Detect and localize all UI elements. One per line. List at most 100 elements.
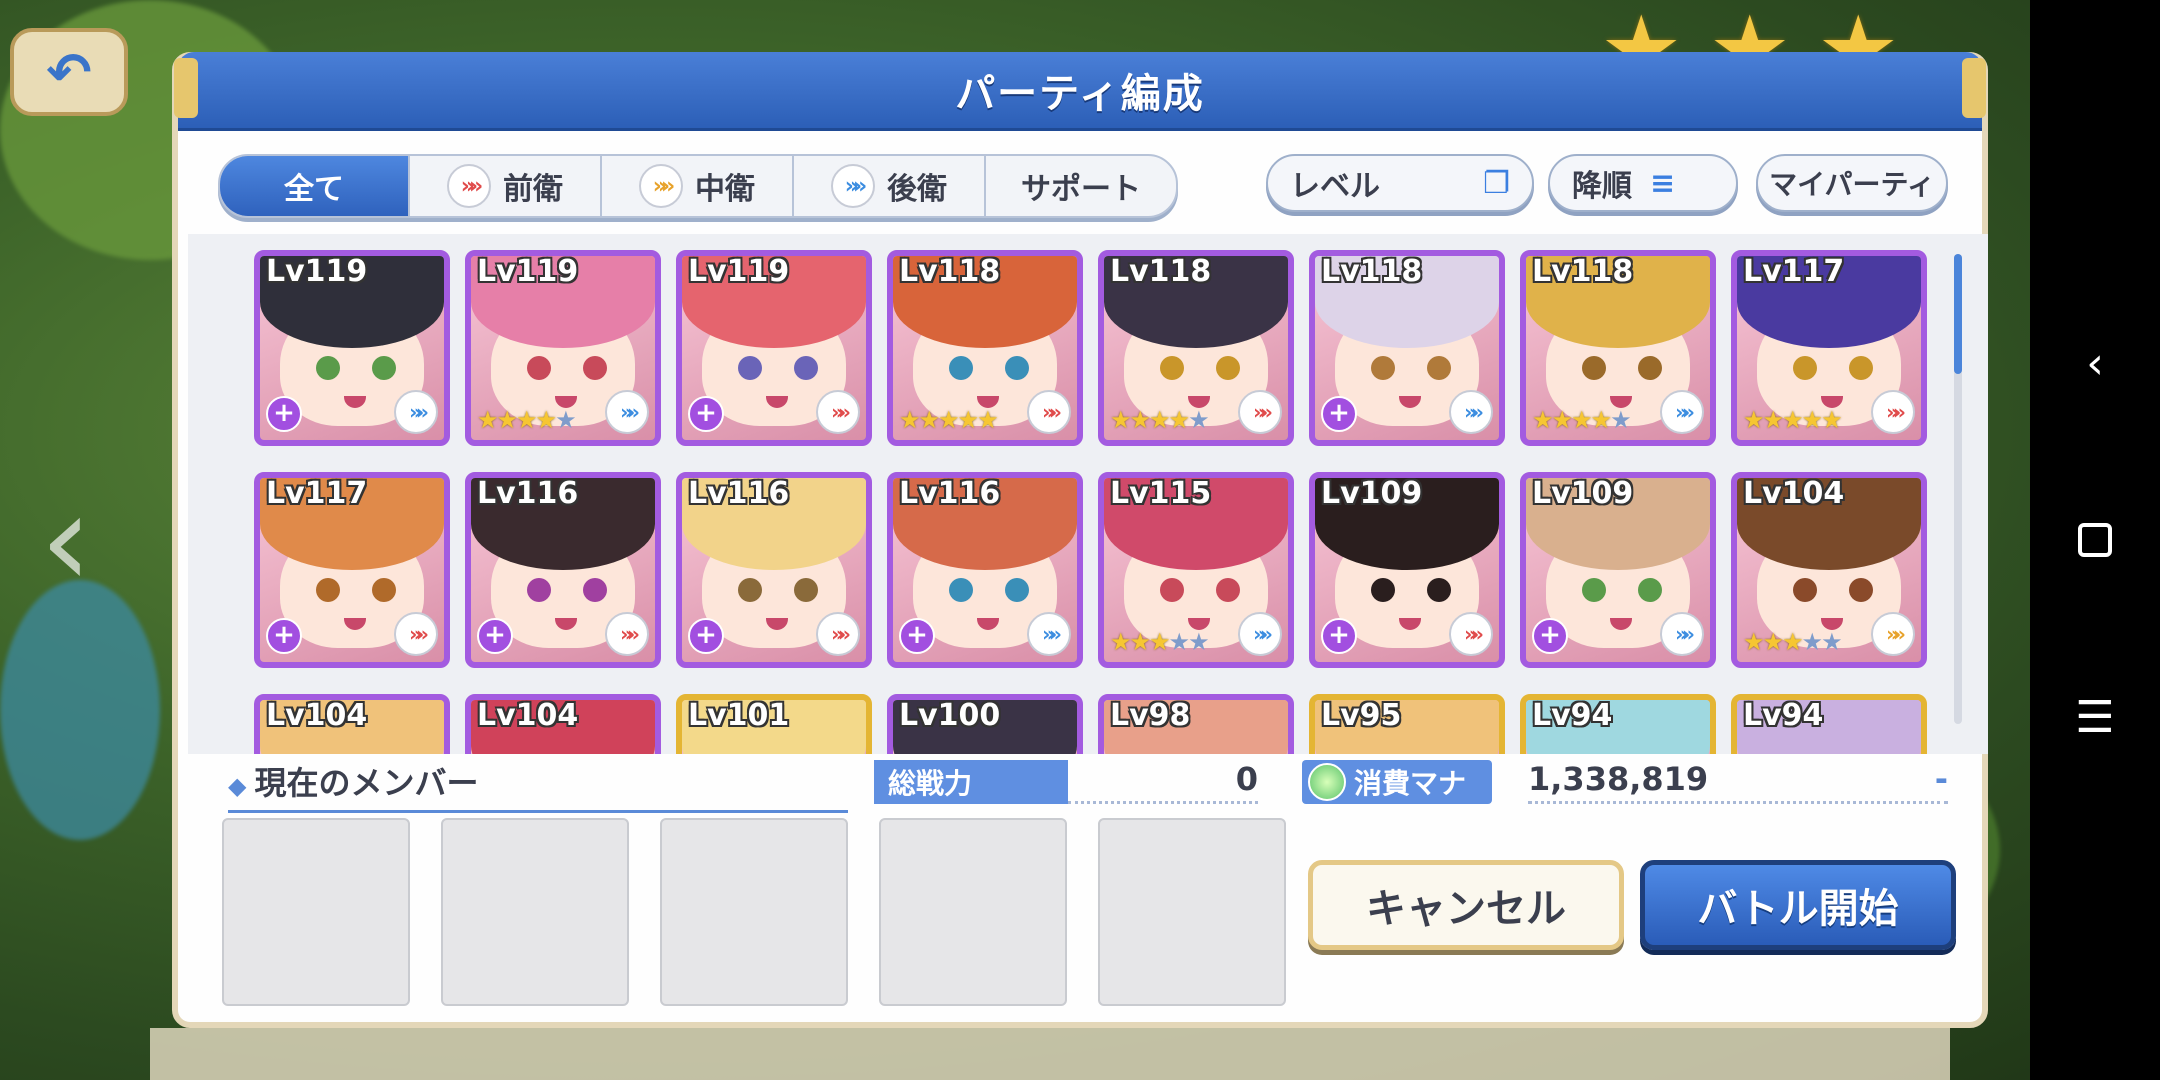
unique-equip-icon: + <box>477 618 513 654</box>
character-level: Lv100 <box>899 698 1001 733</box>
character-level: Lv109 <box>1532 476 1634 511</box>
character-card[interactable]: Lv100»» <box>887 694 1083 754</box>
character-level: Lv118 <box>1110 254 1212 289</box>
character-level: Lv119 <box>688 254 790 289</box>
back-role-icon: »» <box>1449 390 1493 434</box>
star-icon: ★ <box>918 406 940 434</box>
character-card[interactable]: Lv104 ★★★★★»» <box>1731 472 1927 668</box>
star-icon: ★ <box>1762 406 1784 434</box>
star-icon: ★ <box>899 406 920 434</box>
tab-label: サポート <box>1021 172 1141 207</box>
header-ornament-left <box>174 58 198 118</box>
character-level: Lv101 <box>688 698 790 733</box>
character-card[interactable]: Lv109 + »» <box>1520 472 1716 668</box>
star-icon: ★ <box>1168 406 1190 434</box>
dialog-title: パーティ編成 <box>955 71 1205 117</box>
character-card[interactable]: Lv117 ★★★★★»» <box>1731 250 1927 446</box>
back-role-icon: »» <box>831 164 875 208</box>
character-card[interactable]: Lv94»» <box>1731 694 1927 754</box>
sort-level-label: レベル <box>1290 169 1380 204</box>
member-slot[interactable] <box>879 818 1067 1006</box>
character-eye <box>794 578 818 602</box>
back-role-icon: »» <box>1238 612 1282 656</box>
character-card[interactable]: Lv119 ★★★★★»» <box>465 250 661 446</box>
character-card[interactable]: Lv116 + »» <box>887 472 1083 668</box>
star-icon: ★ <box>1743 628 1764 656</box>
character-eye <box>738 356 762 380</box>
member-slot[interactable] <box>222 818 410 1006</box>
character-eye <box>1371 578 1395 602</box>
character-eye <box>527 578 551 602</box>
character-card[interactable]: Lv119 + »» <box>676 250 872 446</box>
character-card[interactable]: Lv98»» <box>1098 694 1294 754</box>
character-card[interactable]: Lv116 + »» <box>676 472 872 668</box>
star-icon: ★ <box>1129 628 1151 656</box>
back-arrow-icon: ↶ <box>46 40 92 104</box>
unique-equip-icon: + <box>266 618 302 654</box>
character-card[interactable]: Lv118 + »» <box>1309 250 1505 446</box>
star-icon: ★ <box>1571 406 1592 434</box>
copy-icon: ❐ <box>1483 165 1510 201</box>
character-eye <box>738 578 762 602</box>
member-slot[interactable] <box>660 818 848 1006</box>
star-icon: ★ <box>1149 628 1170 656</box>
front-role-icon: »» <box>816 390 860 434</box>
character-card[interactable]: Lv118 ★★★★★»» <box>887 250 1083 446</box>
star-icon: ★ <box>1551 406 1573 434</box>
character-card[interactable]: Lv95»» <box>1309 694 1505 754</box>
android-home-icon[interactable] <box>2078 523 2112 557</box>
character-card[interactable]: Lv94»» <box>1520 694 1716 754</box>
character-level: Lv118 <box>1321 254 1423 289</box>
android-back-icon[interactable]: ‹ <box>2065 333 2125 393</box>
character-card[interactable]: Lv119 + »» <box>254 250 450 446</box>
front-role-icon: »» <box>1871 390 1915 434</box>
character-card[interactable]: Lv104»» <box>254 694 450 754</box>
android-nav-bar: ‹ ☰ <box>2030 0 2160 1080</box>
party-formation-dialog: パーティ編成 全て »» 前衛 »» 中衛 »» 後衛 サポート レベル ❐ 降順 ≡ マイパ… <box>172 52 1988 1028</box>
sort-level-button[interactable]: レベル ❐ <box>1266 154 1534 212</box>
member-slot[interactable] <box>1098 818 1286 1006</box>
tab-0[interactable]: 全て <box>220 156 410 216</box>
character-card[interactable]: Lv118 ★★★★★»» <box>1098 250 1294 446</box>
character-eye <box>583 578 607 602</box>
character-card[interactable]: Lv101»» <box>676 694 872 754</box>
scrollbar-thumb[interactable] <box>1954 254 1962 374</box>
unique-equip-icon: + <box>1321 396 1357 432</box>
character-eye <box>1849 356 1873 380</box>
tab-label: 前衛 <box>503 172 563 207</box>
android-menu-icon[interactable]: ☰ <box>2065 687 2125 747</box>
character-eye <box>1582 578 1606 602</box>
back-button[interactable]: ↶ <box>10 28 128 116</box>
character-level: Lv117 <box>1743 254 1845 289</box>
unique-equip-icon: + <box>1532 618 1568 654</box>
character-card[interactable]: Lv109 + »» <box>1309 472 1505 668</box>
sort-order-button[interactable]: 降順 ≡ <box>1548 154 1738 212</box>
character-grid: Lv119 +»» Lv119 ★★★★★»» Lv119 +»» Lv118 ★★★★★»»… <box>254 250 1927 754</box>
star-icon: ★ <box>957 406 979 434</box>
tab-1[interactable]: »» 前衛 <box>410 156 602 216</box>
character-card[interactable]: Lv118 ★★★★★»» <box>1520 250 1716 446</box>
battle-start-button[interactable]: バトル開始 <box>1640 860 1956 950</box>
cancel-button[interactable]: キャンセル <box>1308 860 1624 950</box>
back-role-icon: »» <box>1027 612 1071 656</box>
character-level: Lv117 <box>266 476 368 511</box>
member-slot[interactable] <box>441 818 629 1006</box>
character-eye <box>1582 356 1606 380</box>
character-card[interactable]: Lv116 + »» <box>465 472 661 668</box>
tab-2[interactable]: »» 中衛 <box>602 156 794 216</box>
star-icon: ★ <box>1762 628 1784 656</box>
tab-3[interactable]: »» 後衛 <box>794 156 986 216</box>
back-role-icon: »» <box>1660 390 1704 434</box>
my-party-button[interactable]: マイパーティ <box>1756 154 1948 212</box>
character-card[interactable]: Lv115 ★★★★★»» <box>1098 472 1294 668</box>
star-icon: ★ <box>1821 406 1842 434</box>
character-card[interactable]: Lv117 + »» <box>254 472 450 668</box>
character-level: Lv104 <box>266 698 368 733</box>
character-card[interactable]: Lv104»» <box>465 694 661 754</box>
character-level: Lv94 <box>1532 698 1613 733</box>
tab-4[interactable]: サポート <box>986 156 1176 216</box>
character-level: Lv116 <box>477 476 579 511</box>
grid-scrollbar[interactable] <box>1954 254 1962 724</box>
star-rating: ★★★★★ <box>1532 406 1632 434</box>
total-power-label: 総戦力 <box>874 760 1068 804</box>
